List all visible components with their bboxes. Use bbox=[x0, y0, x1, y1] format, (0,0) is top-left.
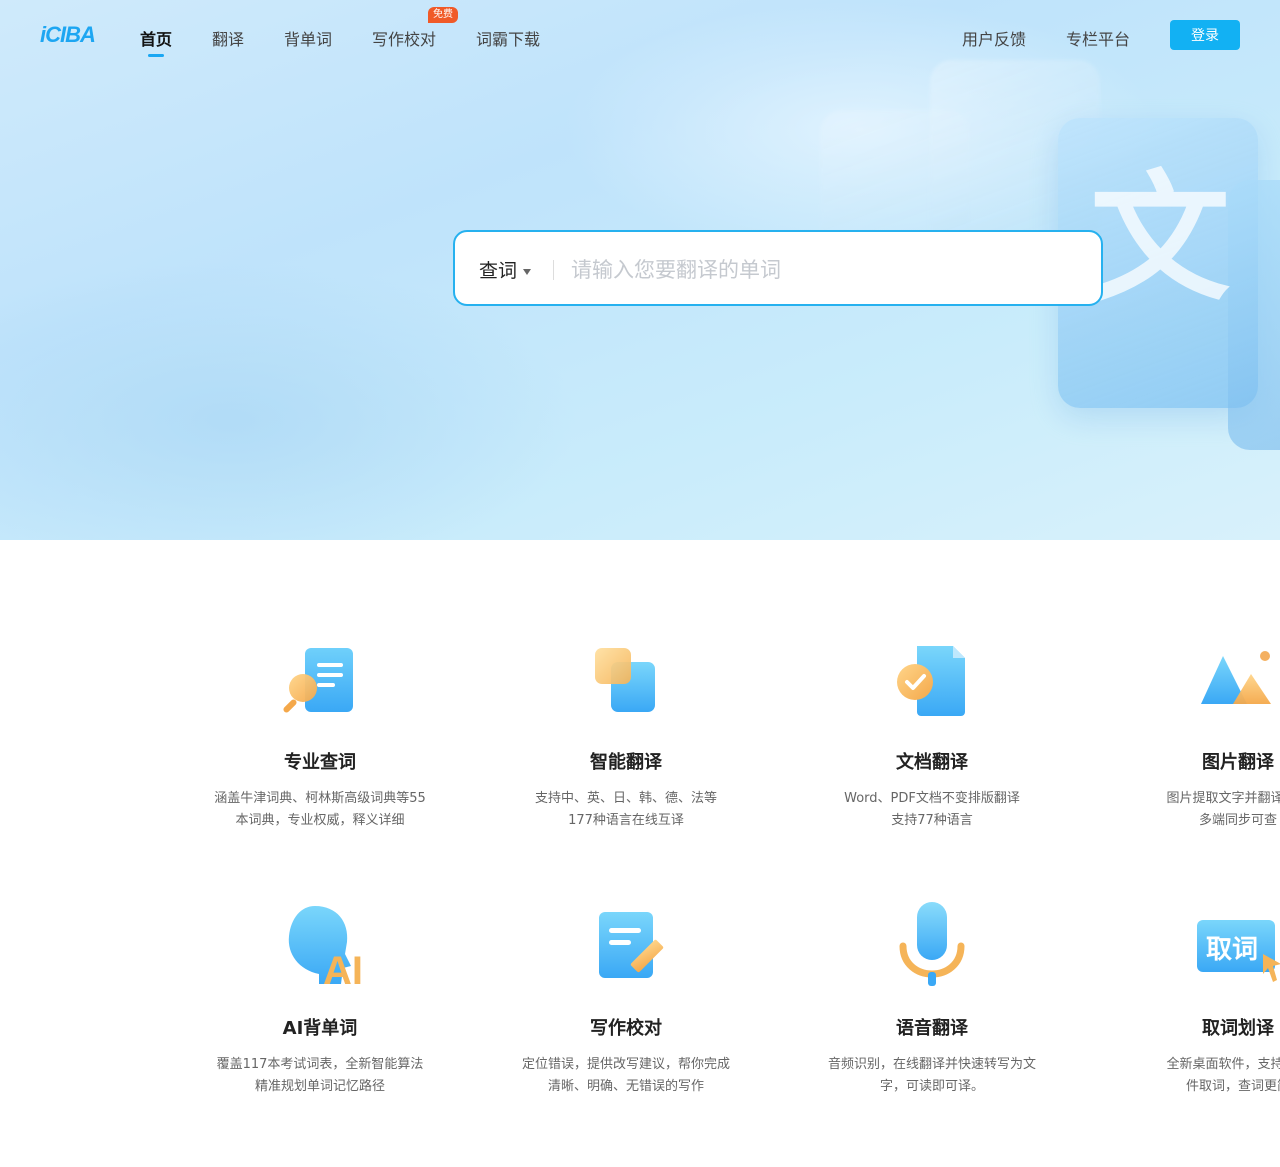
mountain-image-icon bbox=[1193, 636, 1280, 726]
icon-text: 取词 bbox=[1206, 935, 1258, 965]
feature-desc: 定位错误，提供改写建议，帮你完成 清晰、明确、无错误的写作 bbox=[521, 1057, 730, 1094]
svg-text:AI: AI bbox=[323, 949, 363, 992]
feature-title: 取词划译 bbox=[1202, 1018, 1274, 1039]
hero-glyph: 文 bbox=[1090, 158, 1231, 321]
feature-desc: 全新桌面软件，支持浏览 件取词，查词更简 bbox=[1166, 1057, 1280, 1094]
login-button[interactable]: 登录 bbox=[1170, 20, 1240, 50]
nav-feedback[interactable]: 用户反馈 bbox=[962, 26, 1026, 50]
nav-vocabulary[interactable]: 背单词 bbox=[284, 26, 332, 50]
feature-card[interactable]: AI AI背单词 覆盖117本考试词表，全新智能算法 精准规划单词记忆路径 bbox=[190, 902, 450, 1098]
top-nav: iCIBA 首页 翻译 背单词 写作校对 免费 词霸下载 用户反馈 专栏平台 登… bbox=[0, 0, 1280, 72]
nav-writing-check[interactable]: 写作校对 bbox=[372, 26, 436, 50]
feature-card[interactable]: 图片翻译 图片提取文字并翻译，翻 多端同步可查 bbox=[1108, 636, 1280, 832]
magnifier-doc-icon bbox=[275, 636, 365, 726]
overlap-squares-icon bbox=[581, 636, 671, 726]
search-type-label: 查词 bbox=[479, 260, 518, 282]
feature-desc: 音频识别，在线翻译并快速转写为文 字，可读即可译。 bbox=[827, 1057, 1036, 1094]
logo[interactable]: iCIBA bbox=[40, 22, 96, 48]
feature-desc: 支持中、英、日、韩、德、法等 177种语言在线互译 bbox=[534, 791, 717, 828]
feature-card[interactable]: 取词 取词划译 全新桌面软件，支持浏览 件取词，查词更简 bbox=[1108, 902, 1280, 1098]
nav-column-platform[interactable]: 专栏平台 bbox=[1066, 26, 1130, 50]
nav-home[interactable]: 首页 bbox=[140, 26, 172, 50]
chevron-down-icon bbox=[523, 268, 532, 275]
feature-card[interactable]: 专业查词 涵盖牛津词典、柯林斯高级词典等55 本词典，专业权威，释义详细 bbox=[190, 636, 450, 832]
feature-title: 专业查词 bbox=[284, 752, 356, 773]
microphone-icon bbox=[887, 902, 977, 992]
feature-card[interactable]: 文档翻译 Word、PDF文档不变排版翻译 支持77种语言 bbox=[802, 636, 1062, 832]
feature-desc: 涵盖牛津词典、柯林斯高级词典等55 本词典，专业权威，释义详细 bbox=[214, 791, 426, 828]
document-check-icon bbox=[887, 636, 977, 726]
feature-title: 智能翻译 bbox=[590, 752, 662, 773]
doc-pencil-icon bbox=[581, 902, 671, 992]
feature-card[interactable]: 智能翻译 支持中、英、日、韩、德、法等 177种语言在线互译 bbox=[496, 636, 756, 832]
feature-title: AI背单词 bbox=[282, 1018, 358, 1039]
feature-desc: 图片提取文字并翻译，翻 多端同步可查 bbox=[1166, 791, 1280, 828]
nav-active-indicator bbox=[148, 54, 164, 57]
feature-title: 写作校对 bbox=[590, 1018, 662, 1039]
ai-head-icon: AI bbox=[275, 902, 365, 993]
nav-download[interactable]: 词霸下载 bbox=[476, 26, 540, 50]
search-input[interactable] bbox=[569, 250, 1073, 290]
nav-translate[interactable]: 翻译 bbox=[212, 26, 244, 50]
feature-card[interactable]: 写作校对 定位错误，提供改写建议，帮你完成 清晰、明确、无错误的写作 bbox=[496, 902, 756, 1098]
free-badge: 免费 bbox=[428, 7, 458, 23]
hero-decor-card bbox=[1228, 180, 1280, 450]
feature-title: 语音翻译 bbox=[896, 1018, 968, 1039]
feature-desc: Word、PDF文档不变排版翻译 支持77种语言 bbox=[844, 791, 1020, 828]
feature-title: 文档翻译 bbox=[896, 752, 968, 773]
feature-title: 图片翻译 bbox=[1202, 752, 1274, 773]
feature-card[interactable]: 语音翻译 音频识别，在线翻译并快速转写为文 字，可读即可译。 bbox=[802, 902, 1062, 1098]
quci-cursor-icon: 取词 bbox=[1193, 902, 1280, 992]
search-box: 查词 bbox=[453, 230, 1103, 306]
search-type-select[interactable]: 查词 bbox=[479, 256, 532, 283]
divider bbox=[553, 260, 554, 280]
feature-desc: 覆盖117本考试词表，全新智能算法 精准规划单词记忆路径 bbox=[216, 1057, 424, 1094]
